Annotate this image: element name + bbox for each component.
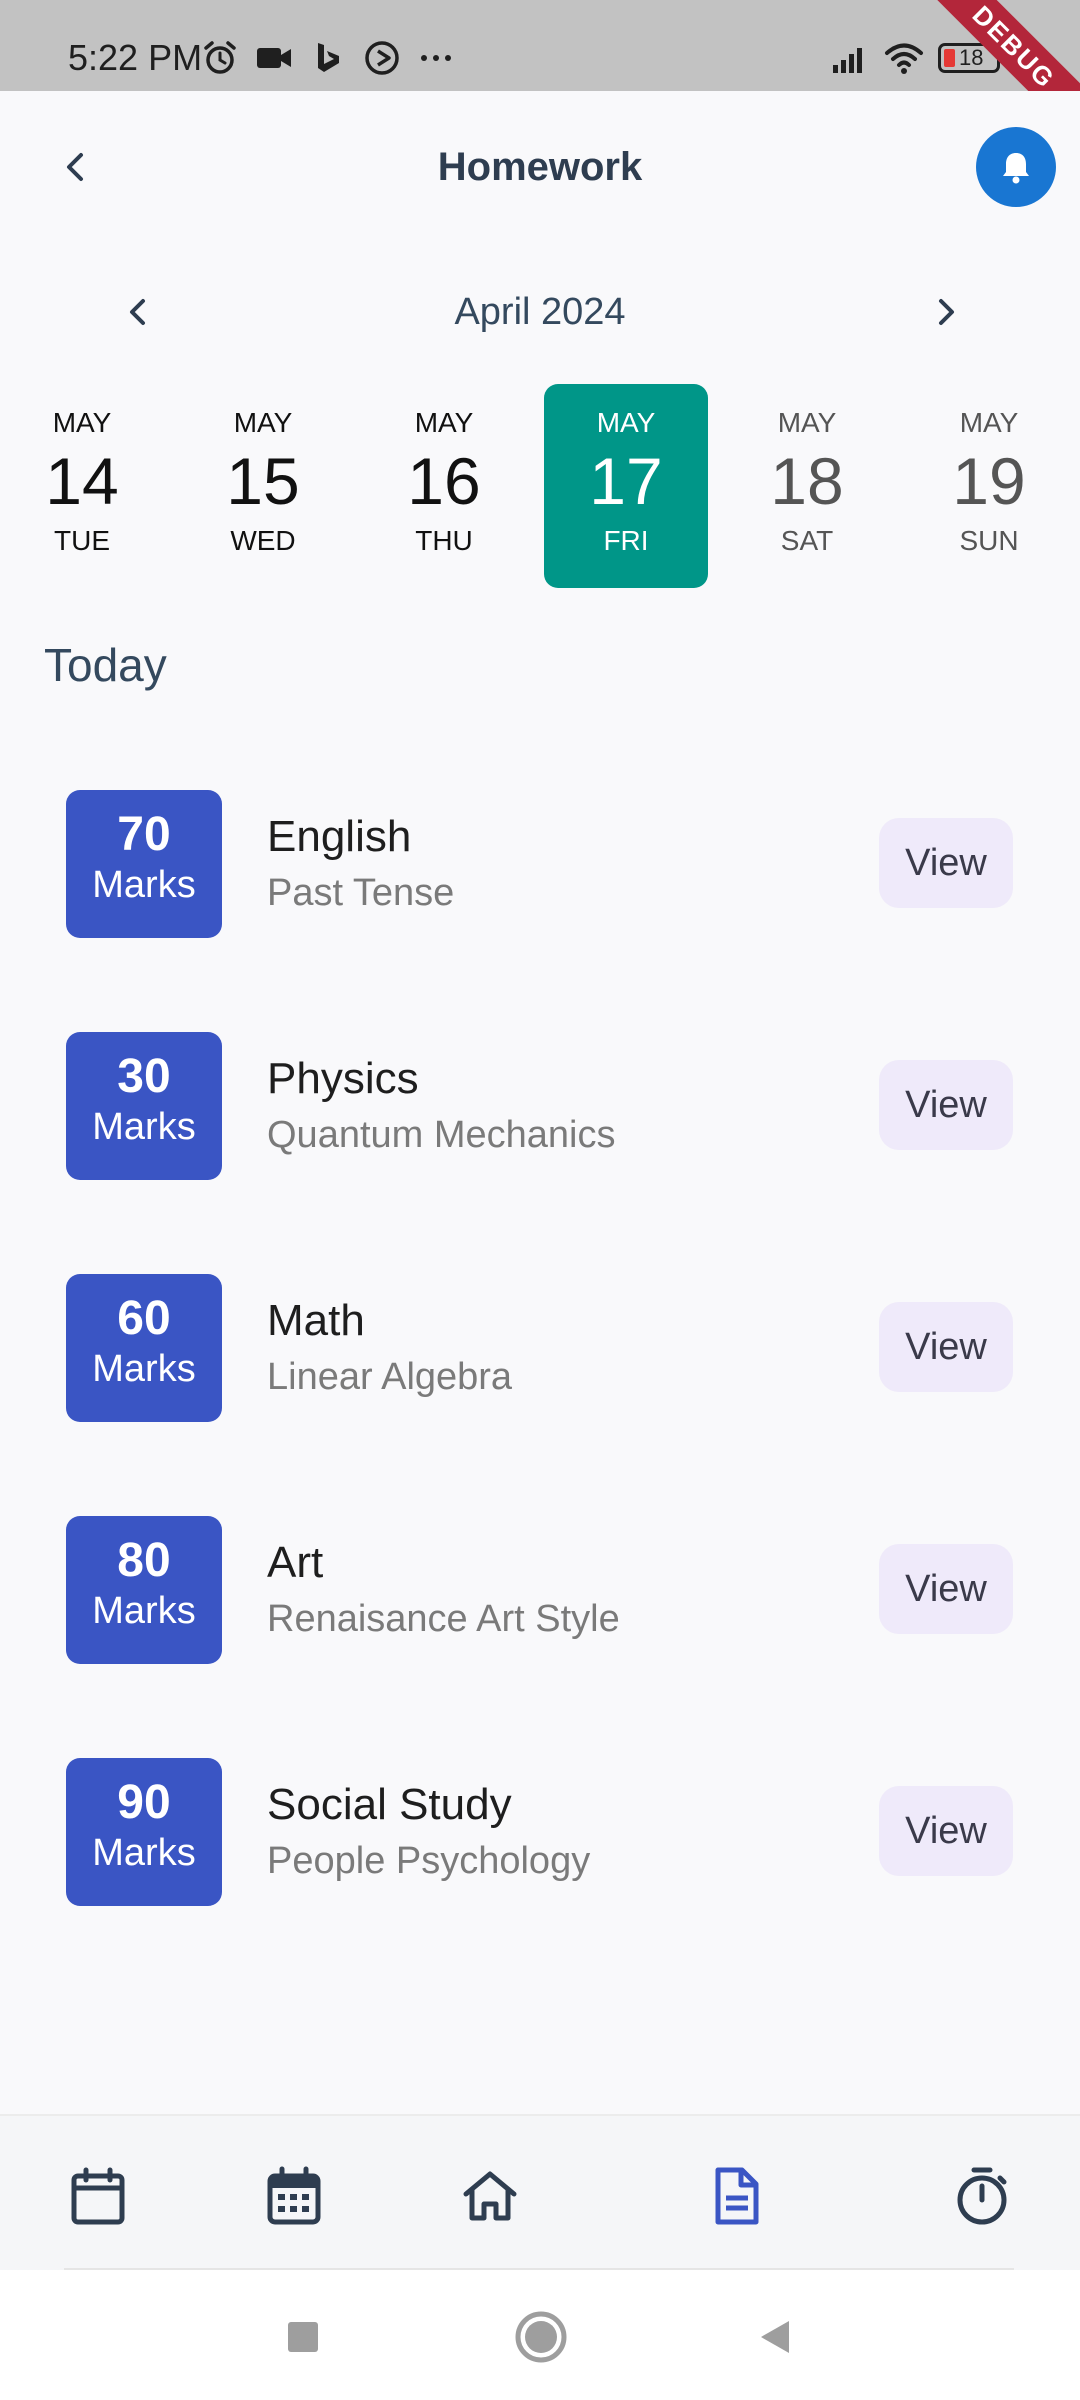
homework-topic: Past Tense [267,872,455,914]
day-weekday: TUE [54,525,110,556]
bell-icon [1003,153,1029,184]
timer-icon [957,2167,1007,2225]
day-month: MAY [777,407,837,438]
system-back-button[interactable] [740,2302,810,2372]
battery-fill [944,49,955,67]
page-title: Homework [437,145,643,189]
homework-subject: Social Study [267,1780,512,1829]
day-weekday: FRI [603,525,649,556]
notification-button[interactable] [976,127,1056,207]
view-button[interactable]: View [879,1302,1013,1392]
marks-label: Marks [92,1590,196,1632]
day-number: 17 [589,444,663,518]
marks-label: Marks [92,1106,196,1148]
homework-subject: Art [267,1538,324,1587]
section-title: Today [44,639,167,691]
day-number: 18 [770,444,844,518]
day-month: MAY [233,407,293,438]
day-weekday: SUN [959,525,1019,556]
homework-topic: Renaisance Art Style [267,1598,620,1640]
day-weekday: WED [230,525,296,556]
day-cell[interactable]: MAY 19 SUN [907,384,1071,588]
home-icon [463,2171,517,2221]
marks-value: 60 [117,1292,171,1345]
homework-item: 70 Marks English Past Tense View [0,760,1080,1002]
day-cell-selected[interactable]: MAY 17 FRI [544,384,708,588]
homework-topic: People Psychology [267,1840,591,1882]
alarm-icon [204,41,236,74]
homework-item: 90 Marks Social Study People Psychology … [0,1728,1080,1970]
day-cell[interactable]: MAY 18 SAT [725,384,889,588]
day-strip: MAY 14 TUE MAY 15 WED MAY 16 THU MAY 17 … [0,384,1080,588]
day-number: 14 [45,444,119,518]
home-circle-icon [515,2311,567,2363]
nav-timer[interactable] [942,2156,1022,2236]
day-number: 19 [952,444,1026,518]
status-time: 5:22 PM [68,37,203,78]
homework-subject: Math [267,1296,365,1345]
homework-item: 80 Marks Art Renaisance Art Style View [0,1486,1080,1728]
month-selector: April 2024 [0,280,1080,344]
battery-level: 18 [959,45,984,70]
day-cell[interactable]: MAY 16 THU [362,384,526,588]
marks-label: Marks [92,1832,196,1874]
status-bar: 5:22 PM 18 DEBUG [0,0,1080,91]
marks-label: Marks [92,864,196,906]
view-button[interactable]: View [879,1786,1013,1876]
bottom-nav [0,2114,1080,2270]
document-icon [715,2167,759,2225]
homework-subject: Physics [267,1054,419,1103]
marks-value: 70 [117,808,171,861]
app-bar: Homework [0,91,1080,241]
signal-icon [833,48,862,73]
marks-badge: 70 Marks [66,790,222,938]
video-camera-icon [257,48,291,68]
more-dots-icon [421,55,451,61]
marks-label: Marks [92,1348,196,1390]
next-month-button[interactable] [918,284,974,340]
system-nav [0,2270,1080,2400]
day-cell[interactable]: MAY 14 TUE [0,384,164,588]
back-triangle-icon [761,2321,789,2353]
marks-value: 30 [117,1050,171,1103]
calendar-blank-icon [71,2167,125,2225]
nav-homework[interactable] [696,2156,776,2236]
recents-button[interactable] [268,2302,338,2372]
system-home-button[interactable] [506,2302,576,2372]
day-weekday: SAT [780,525,834,556]
marks-value: 80 [117,1534,171,1587]
day-month: MAY [596,407,656,438]
day-month: MAY [959,407,1019,438]
play-circle-icon [365,41,399,75]
calendar-grid-icon [267,2166,321,2225]
day-month: MAY [52,407,112,438]
status-icons-left [200,38,456,78]
homework-topic: Quantum Mechanics [267,1114,616,1156]
marks-badge: 80 Marks [66,1516,222,1664]
day-number: 16 [407,444,481,518]
view-button[interactable]: View [879,1060,1013,1150]
day-number: 15 [226,444,300,518]
nav-calendar[interactable] [58,2156,138,2236]
wifi-icon [885,43,923,74]
day-month: MAY [414,407,474,438]
nav-schedule[interactable] [254,2156,334,2236]
bing-icon [318,43,339,72]
marks-badge: 30 Marks [66,1032,222,1180]
recents-square-icon [288,2322,318,2352]
nav-home[interactable] [450,2156,530,2236]
view-button[interactable]: View [879,1544,1013,1634]
day-weekday: THU [415,525,473,556]
homework-item: 30 Marks Physics Quantum Mechanics View [0,1002,1080,1244]
view-button[interactable]: View [879,818,1013,908]
marks-badge: 90 Marks [66,1758,222,1906]
homework-subject: English [267,812,412,861]
day-cell[interactable]: MAY 15 WED [181,384,345,588]
homework-item: 60 Marks Math Linear Algebra View [0,1244,1080,1486]
chevron-right-icon [939,299,954,325]
homework-topic: Linear Algebra [267,1356,513,1398]
marks-badge: 60 Marks [66,1274,222,1422]
marks-value: 90 [117,1776,171,1829]
status-icons-right: 18 [830,38,1006,78]
